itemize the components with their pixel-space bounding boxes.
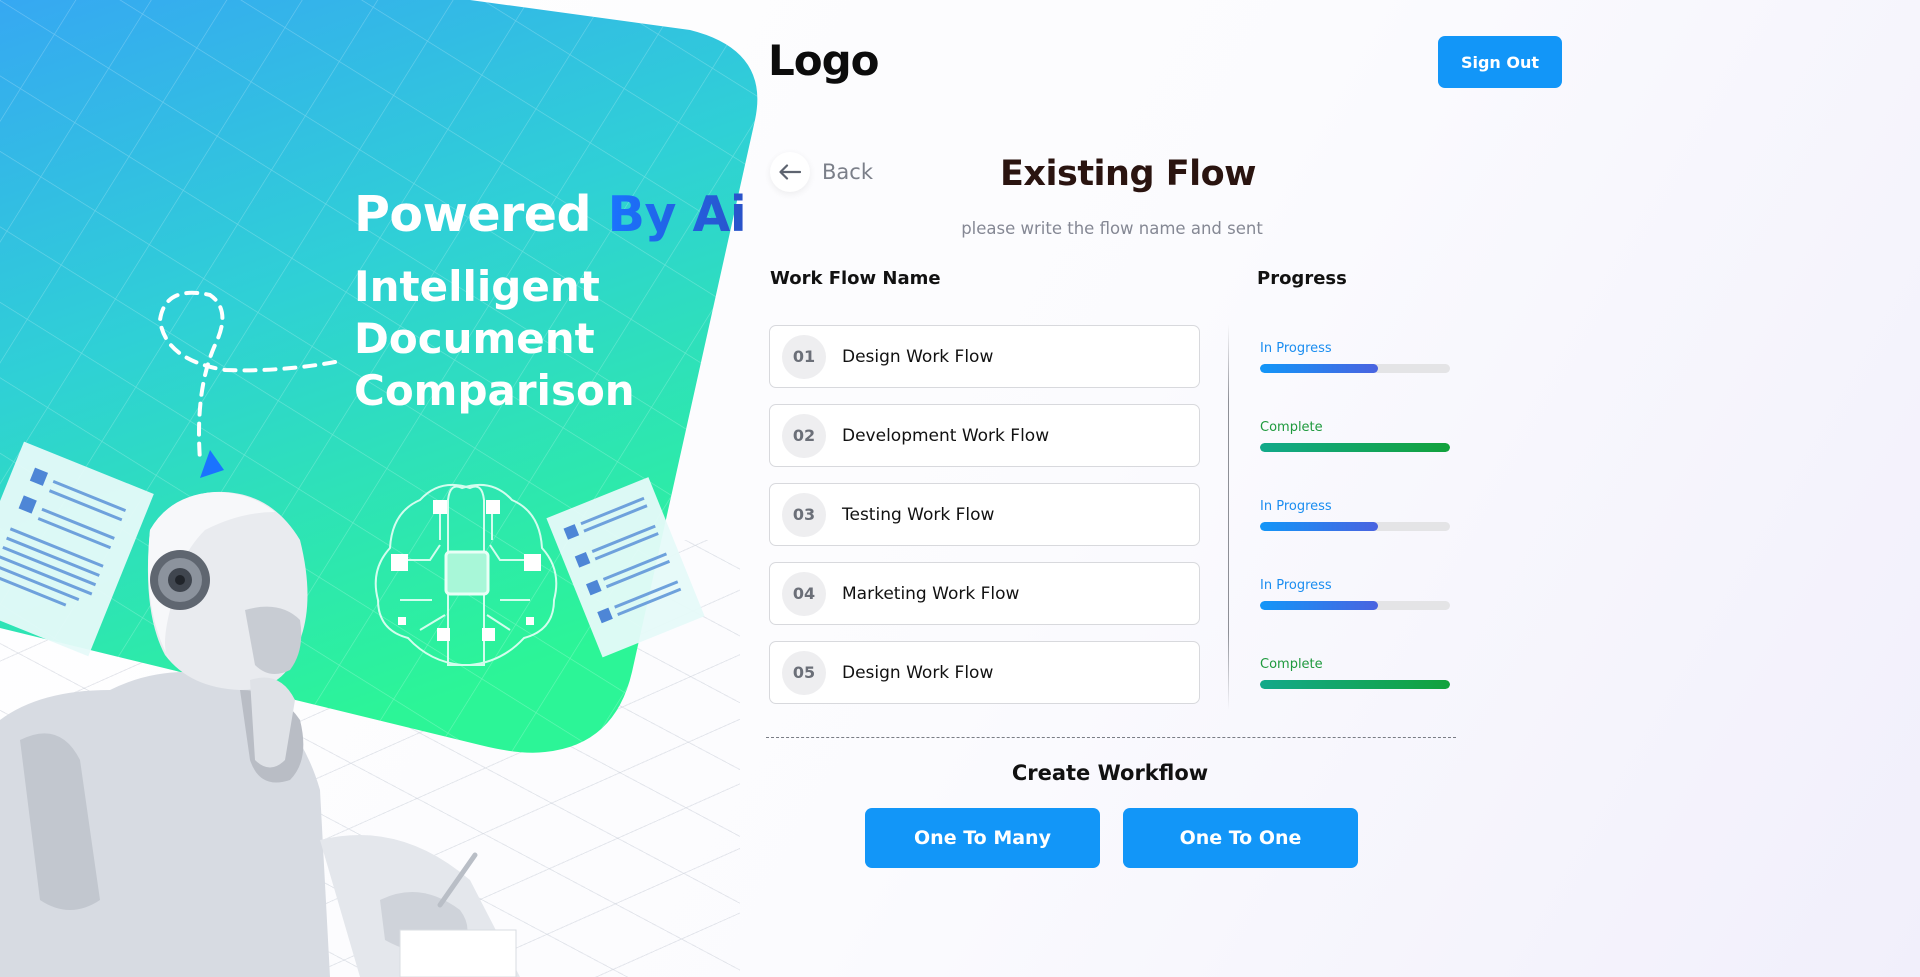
workflow-name[interactable]: Design Work Flow bbox=[842, 347, 993, 367]
one-to-many-button[interactable]: One To Many bbox=[865, 808, 1100, 868]
page-subtitle: please write the flow name and sent bbox=[961, 219, 1263, 238]
progress-list: In Progress Complete In Progress In Prog… bbox=[1260, 341, 1450, 736]
hero-headline: Powered By Ai bbox=[354, 186, 747, 243]
hero-panel: Powered By Ai Intelligent Document Compa… bbox=[0, 0, 760, 977]
hero-subline-line-3: Comparison bbox=[354, 366, 635, 415]
page-title: Existing Flow bbox=[1000, 154, 1256, 194]
workflow-row[interactable]: 03 Testing Work Flow bbox=[769, 483, 1200, 546]
workflow-name[interactable]: Testing Work Flow bbox=[842, 505, 994, 525]
workflow-list: 01 Design Work Flow 02 Development Work … bbox=[769, 325, 1200, 720]
progress-status: Complete bbox=[1260, 657, 1323, 672]
progress-bar bbox=[1260, 443, 1450, 452]
progress-bar bbox=[1260, 364, 1450, 373]
workflow-row[interactable]: 01 Design Work Flow bbox=[769, 325, 1200, 388]
progress-bar-fill bbox=[1260, 443, 1450, 452]
workflow-number: 01 bbox=[782, 334, 826, 379]
workflow-number: 04 bbox=[782, 571, 826, 616]
back-label[interactable]: Back bbox=[822, 160, 873, 184]
progress-status: Complete bbox=[1260, 420, 1323, 435]
workflow-number: 03 bbox=[782, 492, 826, 537]
hero-illustration bbox=[0, 290, 705, 977]
column-divider bbox=[1228, 324, 1229, 710]
document-icon-left bbox=[0, 441, 154, 657]
workflow-name-header: Work Flow Name bbox=[770, 268, 941, 289]
workflow-number: 02 bbox=[782, 413, 826, 458]
progress-item: In Progress bbox=[1260, 341, 1450, 420]
hero-subline: Intelligent Document Comparison bbox=[354, 261, 746, 417]
hero-text: Powered By Ai Intelligent Document Compa… bbox=[354, 186, 747, 417]
create-workflow-title: Create Workflow bbox=[1011, 761, 1209, 785]
progress-item: Complete bbox=[1260, 657, 1450, 736]
progress-bar-fill bbox=[1260, 601, 1378, 610]
progress-bar-fill bbox=[1260, 522, 1378, 531]
workflow-name[interactable]: Development Work Flow bbox=[842, 426, 1049, 446]
workflow-row[interactable]: 02 Development Work Flow bbox=[769, 404, 1200, 467]
progress-bar-fill bbox=[1260, 364, 1378, 373]
progress-status: In Progress bbox=[1260, 341, 1332, 356]
progress-item: In Progress bbox=[1260, 578, 1450, 657]
progress-bar bbox=[1260, 680, 1450, 689]
workflow-row[interactable]: 04 Marketing Work Flow bbox=[769, 562, 1200, 625]
progress-item: Complete bbox=[1260, 420, 1450, 499]
back-button[interactable]: Back bbox=[770, 152, 873, 192]
progress-item: In Progress bbox=[1260, 499, 1450, 578]
progress-bar bbox=[1260, 522, 1450, 531]
one-to-one-button[interactable]: One To One bbox=[1123, 808, 1358, 868]
arrow-head-icon bbox=[200, 450, 224, 478]
document-icon-right bbox=[546, 477, 705, 658]
progress-header: Progress bbox=[1257, 268, 1347, 289]
workflow-row[interactable]: 05 Design Work Flow bbox=[769, 641, 1200, 704]
progress-status: In Progress bbox=[1260, 499, 1332, 514]
progress-bar-fill bbox=[1260, 680, 1450, 689]
sign-out-button[interactable]: Sign Out bbox=[1438, 36, 1562, 88]
progress-bar bbox=[1260, 601, 1450, 610]
progress-status: In Progress bbox=[1260, 578, 1332, 593]
workflow-number: 05 bbox=[782, 650, 826, 695]
arrow-left-icon[interactable] bbox=[770, 152, 810, 192]
section-divider bbox=[766, 737, 1456, 738]
hero-subline-line-2: Document bbox=[354, 314, 595, 363]
workflow-name[interactable]: Design Work Flow bbox=[842, 663, 993, 683]
logo[interactable]: Logo bbox=[768, 36, 880, 85]
hero-headline-accent: By Ai bbox=[607, 186, 747, 243]
circuit-core-chip bbox=[444, 550, 490, 596]
dashed-path-arrow bbox=[157, 290, 337, 462]
hero-headline-white: Powered bbox=[354, 186, 592, 243]
hero-subline-line-1: Intelligent bbox=[354, 262, 600, 311]
workflow-name[interactable]: Marketing Work Flow bbox=[842, 584, 1019, 604]
